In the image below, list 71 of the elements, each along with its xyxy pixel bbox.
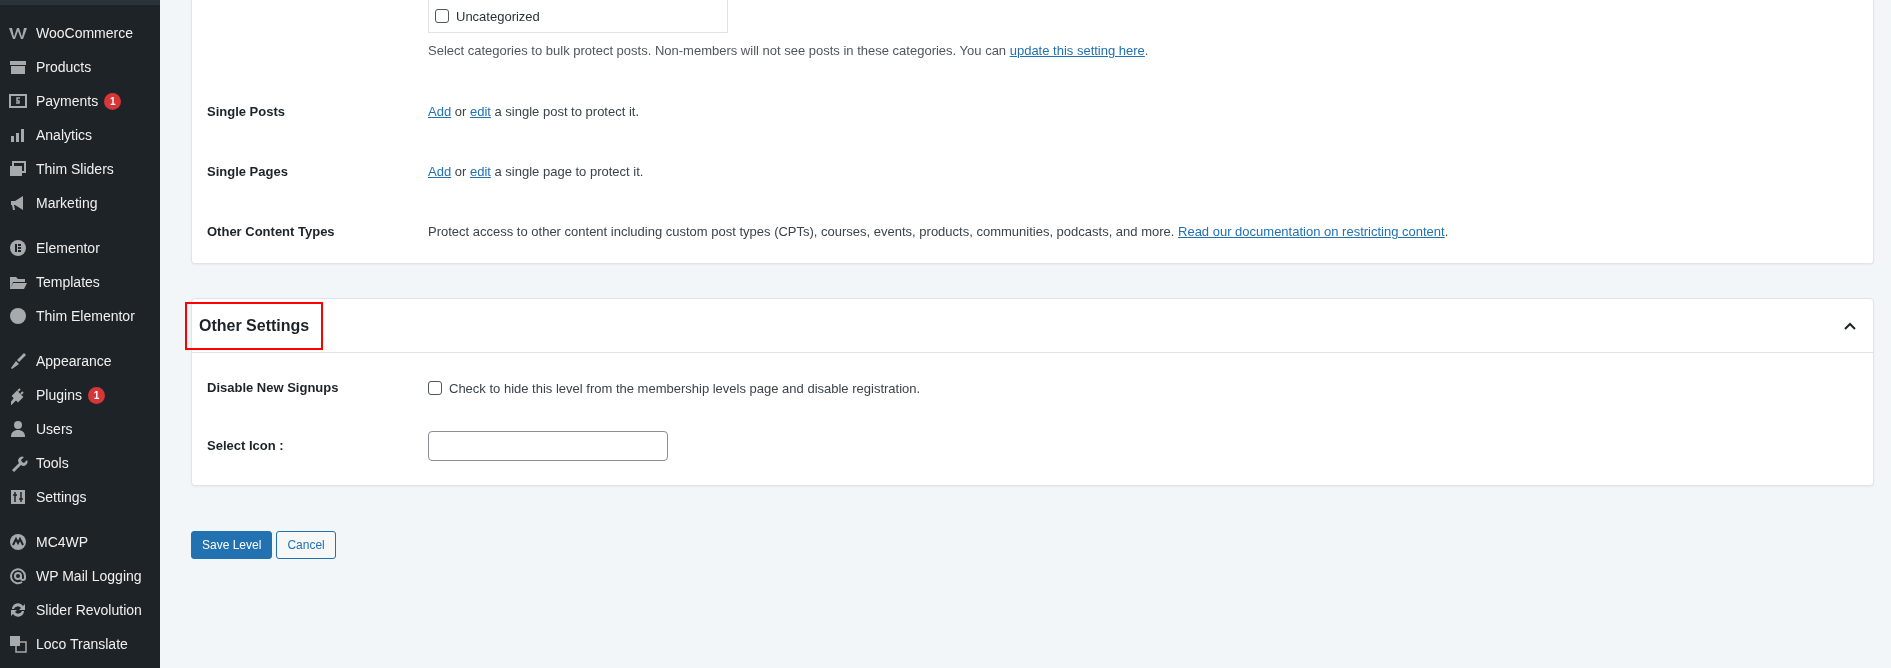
refresh-icon <box>8 600 28 620</box>
link[interactable]: Add <box>428 104 452 119</box>
field-label: Select Icon : <box>207 437 285 455</box>
menu-label: Users <box>36 421 73 437</box>
menu-label: Loco Translate <box>36 636 128 652</box>
checkbox-label: Check to hide this level from the membership levels page and disable registration. <box>449 380 921 396</box>
menu-label: MC4WP <box>36 534 89 550</box>
sidebar-item[interactable]: Templates <box>0 265 160 299</box>
field-label: Single Posts <box>207 103 287 121</box>
menu-label: Templates <box>36 274 100 290</box>
menu-label: Products <box>36 59 92 75</box>
sidebar-item[interactable]: Thim Sliders <box>0 152 160 186</box>
menu-label: Tools <box>36 455 69 471</box>
icon-input-field[interactable] <box>428 431 668 461</box>
sidebar-item[interactable]: Analytics <box>0 118 160 152</box>
mc4wp-logo-icon <box>8 532 28 552</box>
menu-label: Thim Sliders <box>36 161 114 177</box>
menu-label: WooCommerce <box>36 25 133 41</box>
sidebar-item[interactable]: WooCommerce <box>0 16 160 50</box>
save-button[interactable]: Save Level <box>191 531 273 559</box>
sidebar-item[interactable]: Marketing <box>0 186 160 220</box>
checkbox[interactable] <box>435 9 449 23</box>
notification-badge: 1 <box>104 92 122 110</box>
elementor-logo-icon <box>8 238 28 258</box>
menu-label: Payments <box>36 93 99 109</box>
sidebar-item[interactable]: Elementor <box>0 231 160 265</box>
sidebar-item[interactable]: Users <box>0 412 160 446</box>
sliders-icon <box>8 487 28 507</box>
link[interactable]: Add <box>428 164 452 179</box>
menu-label: Marketing <box>36 195 98 211</box>
field-description: Protect access to other content including custom post types (CPTs), courses, events, products, communities, podcasts, and more. Read our documentation on restricting content. <box>428 223 1450 241</box>
cancel-button[interactable]: Cancel <box>276 531 336 559</box>
sidebar-item[interactable]: Products <box>0 50 160 84</box>
menu-label: Elementor <box>36 240 100 256</box>
sidebar-item[interactable]: Loco Translate <box>0 627 160 661</box>
user-icon <box>8 419 28 439</box>
menu-label: Thim Elementor <box>36 308 135 324</box>
link[interactable]: edit <box>469 104 491 119</box>
menu-label: WP Mail Logging <box>36 568 142 584</box>
link[interactable]: update this setting here <box>1009 43 1145 58</box>
checkbox[interactable] <box>428 381 442 395</box>
field-description: Add or edit a single post to protect it. <box>428 103 641 121</box>
sidebar-item[interactable]: Tools <box>0 446 160 480</box>
sidebar-item[interactable]: Appearance <box>0 344 160 378</box>
field-label: Disable New Signups <box>207 379 340 397</box>
dollar-note-icon <box>8 91 28 111</box>
sidebar-item[interactable]: Settings <box>0 480 160 514</box>
menu-label: Plugins <box>36 387 82 403</box>
paintbrush-icon <box>8 351 28 371</box>
sidebar-item[interactable]: Slider Revolution <box>0 593 160 627</box>
menu-label: Appearance <box>36 353 112 369</box>
field-label: Single Pages <box>207 163 289 181</box>
link[interactable]: edit <box>469 164 491 179</box>
section-title: Other Settings <box>185 301 324 350</box>
link[interactable]: Read our documentation on restricting content <box>1178 224 1445 239</box>
field-description: Add or edit a single page to protect it. <box>428 163 645 181</box>
menu-label: Settings <box>36 489 87 505</box>
translate-icon <box>8 634 28 654</box>
field-label: Other Content Types <box>207 223 336 241</box>
sidebar-item[interactable]: WP Mail Logging <box>0 559 160 593</box>
checkbox-label: Uncategorized <box>456 8 540 24</box>
sidebar-item[interactable]: Thim Elementor <box>0 299 160 333</box>
images-icon <box>8 159 28 179</box>
sidebar-item[interactable]: Payments 1 <box>0 84 160 118</box>
menu-label: Analytics <box>36 127 93 143</box>
menu-label: Slider Revolution <box>36 602 142 618</box>
notification-badge: 1 <box>87 386 105 404</box>
at-sign-icon <box>8 566 28 586</box>
sidebar-item[interactable]: MC4WP <box>0 525 160 559</box>
sidebar-item[interactable]: Plugins 1 <box>0 378 160 412</box>
help-text: Select categories to bulk protect posts. Non-members will not see posts in these categories. You can update this setting here. <box>428 42 1150 60</box>
